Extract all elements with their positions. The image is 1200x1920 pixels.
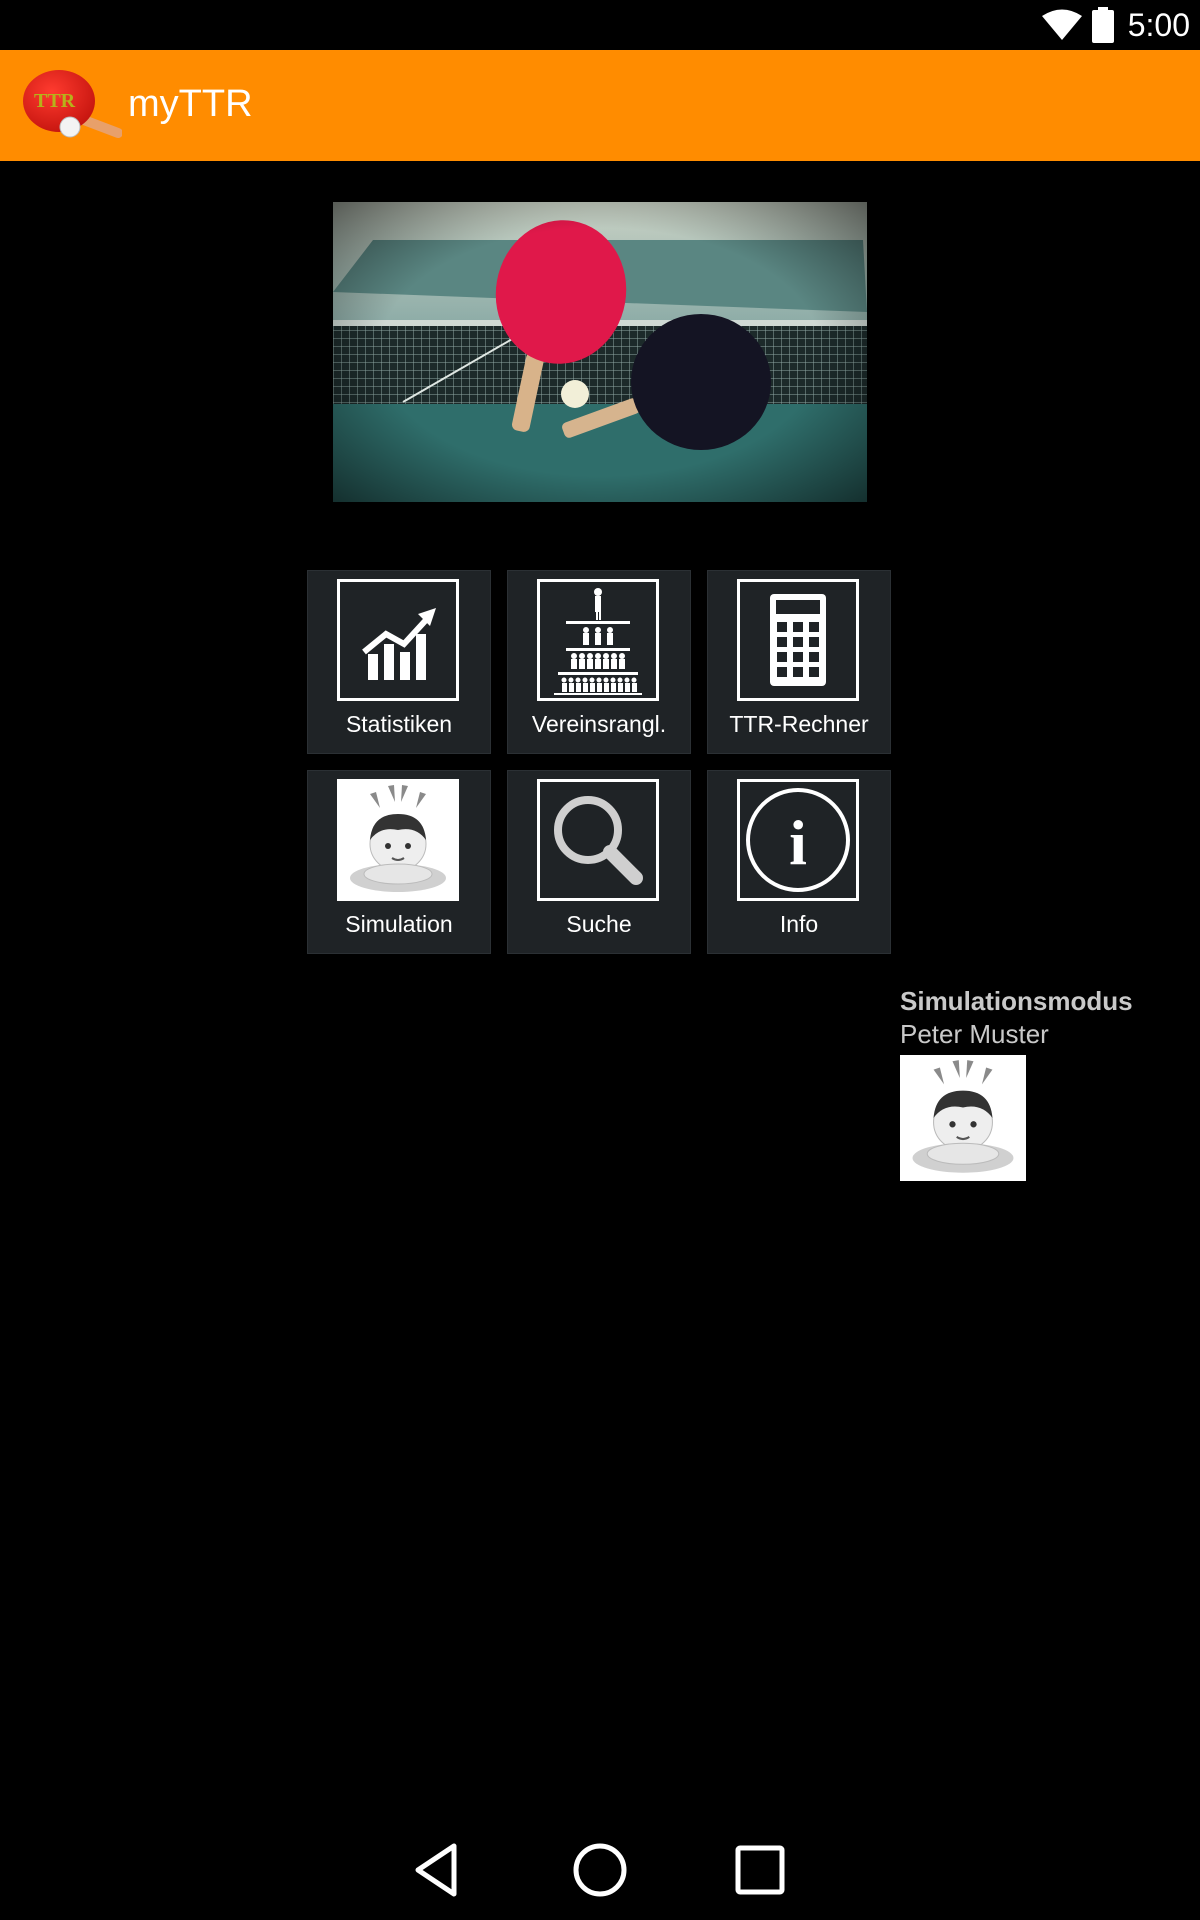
ranking-pyramid-icon [537, 579, 659, 701]
avatar-icon [900, 1055, 1026, 1181]
tile-label: Suche [566, 911, 632, 937]
tile-label: Info [779, 911, 819, 937]
battery-icon [1091, 7, 1114, 43]
calculator-icon [737, 579, 859, 701]
back-icon[interactable] [408, 1840, 468, 1900]
simulation-mode-title: Simulationsmodus [900, 986, 1133, 1016]
player-name: Peter Muster [900, 1019, 1049, 1049]
wifi-icon [1041, 9, 1082, 40]
status-bar: 5:00 [0, 0, 1200, 50]
tile-info[interactable]: i Info [707, 770, 891, 954]
navigation-bar [0, 1800, 1200, 1920]
tile-suche[interactable]: Suche [507, 770, 691, 954]
tile-simulation[interactable]: Simulation [307, 770, 491, 954]
simulation-mode-panel: Simulationsmodus Peter Muster [900, 985, 1190, 1181]
tile-label: Vereinsrangl. [531, 711, 667, 737]
tile-label: TTR-Rechner [729, 711, 869, 737]
avatar-icon [337, 779, 459, 901]
tile-label: Statistiken [345, 711, 453, 737]
svg-text:i: i [789, 807, 807, 878]
svg-text:TTR: TTR [34, 90, 76, 112]
search-icon [537, 779, 659, 901]
clock: 5:00 [1127, 6, 1190, 43]
recents-icon[interactable] [730, 1840, 790, 1900]
app-title: myTTR [128, 83, 253, 125]
home-icon[interactable] [570, 1840, 630, 1900]
app-logo-icon: TTR [23, 70, 122, 138]
info-icon: i [737, 779, 859, 901]
tile-label: Simulation [345, 911, 453, 937]
tile-statistiken[interactable]: Statistiken [307, 570, 491, 754]
tile-vereinsrangliste[interactable]: Vereinsrangl. [507, 570, 691, 754]
status-icons: 5:00 [1041, 6, 1190, 44]
app-bar: TTR myTTR [0, 50, 1200, 161]
tile-ttr-rechner[interactable]: TTR-Rechner [707, 570, 891, 754]
chart-icon [337, 579, 459, 701]
table-tennis-photo [333, 202, 867, 502]
